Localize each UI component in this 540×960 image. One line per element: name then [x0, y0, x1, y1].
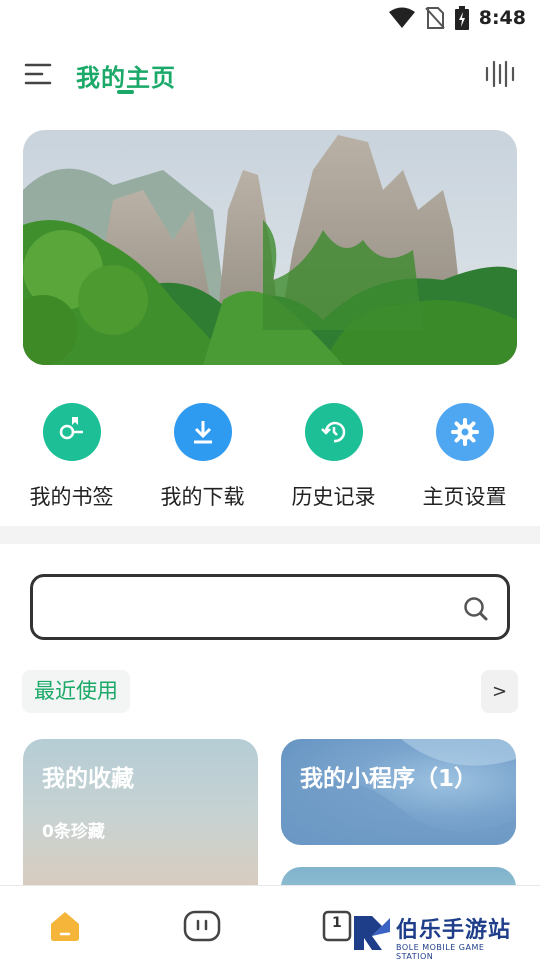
- status-bar: 8:48: [0, 0, 540, 36]
- nav-home[interactable]: [45, 906, 85, 946]
- watermark-tagline: BOLE MOBILE GAME STATION: [396, 943, 485, 960]
- status-time: 8:48: [478, 7, 526, 29]
- favorites-title: 我的收藏: [42, 766, 134, 792]
- gear-icon: [435, 403, 494, 461]
- tab-count: 1: [332, 915, 342, 931]
- downloads-label: 我的下载: [160, 485, 245, 509]
- wifi-icon: [388, 7, 415, 28]
- battery-icon: [454, 6, 469, 30]
- quick-actions: 我的书签 我的下载 历史记录 主页设置: [0, 400, 540, 520]
- search-icon[interactable]: [463, 596, 489, 622]
- download-icon: [173, 403, 232, 461]
- history-button[interactable]: 历史记录: [268, 400, 399, 511]
- section-divider: [0, 526, 540, 544]
- search-input[interactable]: [47, 587, 447, 627]
- banner-image[interactable]: [23, 130, 517, 365]
- watermark-logo: 伯乐手游站 BOLE MOBILE GAME STATION: [352, 912, 522, 960]
- favorites-card[interactable]: 我的收藏 0条珍藏: [23, 739, 258, 909]
- title-underline: [117, 90, 134, 94]
- logo-icon: [354, 916, 390, 950]
- bookmark-icon: [42, 403, 101, 461]
- robot-icon: [183, 910, 221, 942]
- home-icon: [51, 912, 79, 941]
- downloads-button[interactable]: 我的下载: [137, 400, 268, 511]
- bookmarks-label: 我的书签: [29, 485, 114, 509]
- menu-icon[interactable]: [24, 60, 52, 88]
- recent-label: 最近使用: [22, 670, 130, 713]
- settings-label: 主页设置: [422, 485, 507, 509]
- header: 我的主页: [0, 50, 540, 100]
- mini-programs-card[interactable]: 我的小程序（1）: [281, 739, 516, 845]
- mountain-landscape: [23, 130, 517, 365]
- search-box[interactable]: [30, 574, 510, 640]
- watermark-brand: 伯乐手游站: [396, 918, 512, 943]
- history-icon: [304, 403, 363, 461]
- history-label: 历史记录: [291, 485, 376, 509]
- nav-assistant[interactable]: [182, 906, 222, 946]
- bookmarks-button[interactable]: 我的书签: [6, 400, 137, 511]
- mini-programs-title: 我的小程序（1）: [300, 766, 478, 792]
- settings-button[interactable]: 主页设置: [399, 400, 530, 511]
- recent-more-button[interactable]: >: [481, 670, 518, 713]
- page-title: 我的主页: [76, 64, 176, 92]
- voice-icon[interactable]: [484, 60, 516, 88]
- no-sim-icon: [424, 7, 445, 29]
- favorites-count: 0条珍藏: [42, 822, 105, 842]
